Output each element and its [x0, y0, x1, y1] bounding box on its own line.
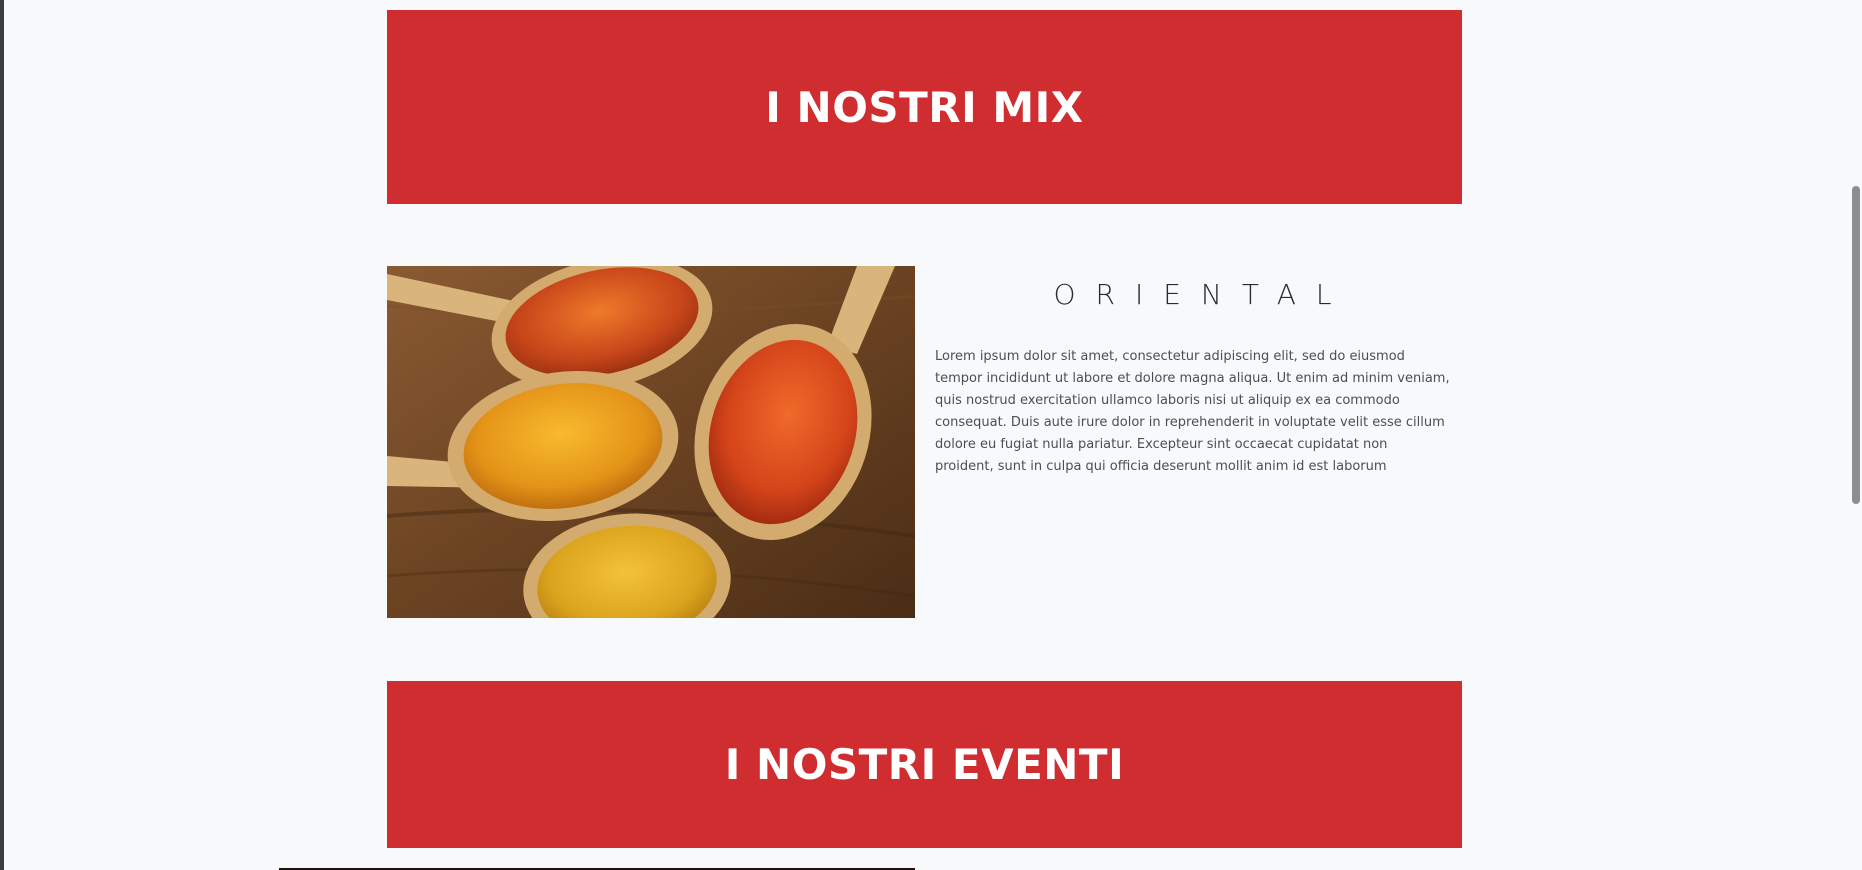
- mix-section-banner: I NOSTRI MIX: [387, 10, 1462, 204]
- spice-spoons-illustration: [387, 266, 915, 618]
- scrollbar-thumb[interactable]: [1852, 186, 1860, 504]
- product-description: Lorem ipsum dolor sit amet, consectetur …: [935, 349, 1450, 474]
- product-title: ORIENTAL: [1053, 278, 1352, 311]
- left-window-edge: [0, 0, 4, 870]
- events-section-title: I NOSTRI EVENTI: [724, 740, 1125, 789]
- spice-spoons-photo: [387, 266, 915, 618]
- page-scrollbar[interactable]: [1848, 0, 1862, 870]
- events-section-banner: I NOSTRI EVENTI: [387, 681, 1462, 848]
- mix-section-title: I NOSTRI MIX: [765, 82, 1084, 132]
